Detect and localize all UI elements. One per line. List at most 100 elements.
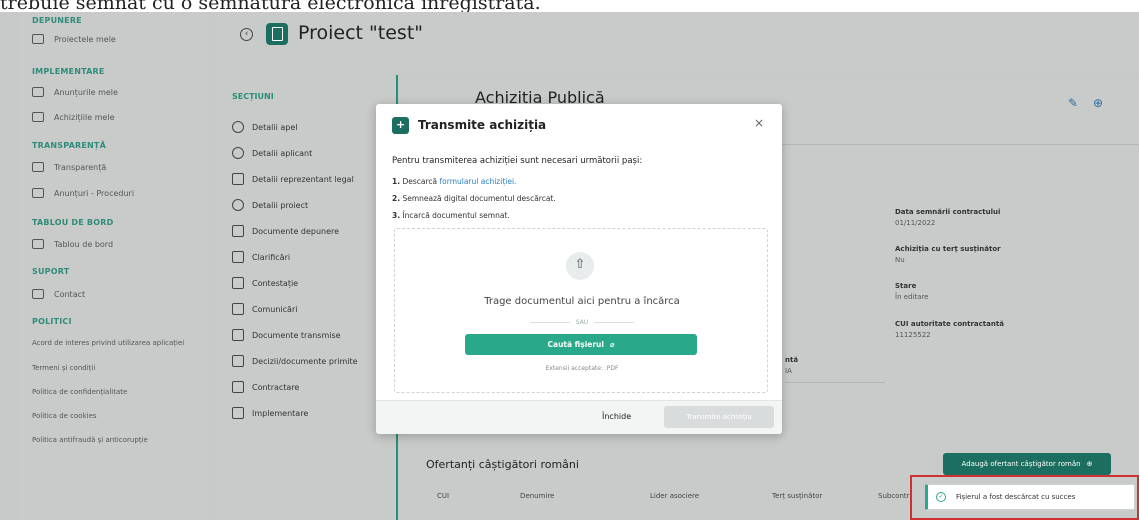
col-subcontr: Subcontr (878, 492, 910, 500)
sections-heading: SECȚIUNI (232, 92, 274, 101)
upload-doc-icon (392, 117, 409, 134)
field-achizitia-tert: Achiziția cu terț susținător Nu (895, 245, 1001, 264)
nav-section-depunere: DEPUNERE (32, 16, 82, 25)
copy-icon (232, 381, 244, 393)
field-label: Data semnării contractului (895, 208, 1001, 216)
sidebar-link-termeni[interactable]: Termeni și condiții (32, 364, 95, 372)
step-number: 1. (392, 177, 401, 186)
section-item-decizii[interactable]: Decizii/documente primite (232, 355, 358, 367)
browse-label: Caută fișierul (547, 340, 604, 349)
document-icon (232, 225, 244, 237)
nav-section-tablou: TABLOU DE BORD (32, 218, 114, 227)
document-strip: trebuie semnat cu o semnatura electronic… (0, 0, 1139, 12)
section-item-detalii-proiect[interactable]: Detalii proiect (232, 199, 308, 211)
section-item-label: Detalii proiect (252, 200, 309, 210)
info-icon (232, 147, 244, 159)
section-item-reprezentant[interactable]: Detalii reprezentant legal (232, 173, 354, 185)
toast-text: Fișierul a fost descărcat cu succes (956, 493, 1076, 501)
modal-footer: Închide Transmite achiziția (376, 400, 782, 434)
transmite-modal: Transmite achiziția × Pentru transmitere… (376, 104, 782, 434)
step-text: Încarcă documentul semnat. (402, 211, 510, 220)
sidebar-item-label: Anunțurile mele (54, 87, 118, 97)
warning-icon (232, 277, 244, 289)
transmite-button[interactable]: Transmite achiziția (664, 406, 774, 428)
section-item-comunicari[interactable]: Comunicări (232, 303, 297, 315)
section-item-clarificari[interactable]: Clarificări (232, 251, 290, 263)
drop-text: Trage documentul aici pentru a încărca (484, 296, 680, 307)
field-label: ntă (785, 356, 799, 364)
edit-icon[interactable]: ✎ (1068, 96, 1078, 110)
field-value: 11125522 (895, 331, 931, 339)
field-value: În editare (895, 293, 929, 301)
copy-icon (32, 188, 44, 198)
sidebar-item-transparenta[interactable]: Transparență (32, 162, 106, 172)
formular-link[interactable]: formularul achiziției. (440, 177, 517, 186)
nav-section-suport: SUPORT (32, 267, 70, 276)
close-button[interactable]: Închide (602, 412, 631, 421)
sidebar-item-label: Achizițiile mele (54, 112, 115, 122)
sidebar-item-anunturile[interactable]: Anunțurile mele (32, 87, 118, 97)
close-icon[interactable]: × (754, 116, 764, 130)
monitor-icon (32, 239, 44, 249)
back-arrow-icon[interactable]: ‹ (240, 28, 253, 41)
section-item-contractare[interactable]: Contractare (232, 381, 299, 393)
step-text: Semnează digital documentul descărcat. (402, 194, 556, 203)
divider (785, 382, 885, 383)
section-item-detalii-apel[interactable]: Detalii apel (232, 121, 297, 133)
section-item-documente-depunere[interactable]: Documente depunere (232, 225, 339, 237)
document-icon (232, 329, 244, 341)
browse-file-button[interactable]: Caută fișierul ⌀ (465, 334, 697, 355)
document-icon (232, 355, 244, 367)
ofertanti-heading: Ofertanți câștigători români (426, 458, 579, 471)
add-ofertant-label: Adaugă ofertant câștigător român (961, 460, 1081, 468)
check-circle-icon: ✓ (936, 492, 946, 502)
section-item-contestatie[interactable]: Contestație (232, 277, 298, 289)
sidebar-link-acord[interactable]: Acord de interes privind utilizarea apli… (32, 339, 184, 347)
sidebar-link-antifrauda[interactable]: Politica antifraudă și anticorupție (32, 436, 148, 444)
sidebar-item-achizitiile[interactable]: Achizițiile mele (32, 112, 115, 122)
document-strip-text: trebuie semnat cu o semnatura electronic… (0, 0, 541, 12)
info-icon (232, 121, 244, 133)
success-toast: ✓ Fișierul a fost descărcat cu succes (925, 484, 1135, 510)
step-2: 2. Semnează digital documentul descărcat… (392, 194, 556, 203)
field-label: CUI autoritate contractantă (895, 320, 1004, 328)
sections-panel: SECȚIUNI Detalii apel Detalii aplicant D… (218, 75, 398, 520)
page-title: Proiect "test" (298, 22, 424, 44)
step-3: 3. Încarcă documentul semnat. (392, 211, 510, 220)
navigate-icon[interactable]: ⊕ (1093, 96, 1103, 110)
nav-section-politici: POLITICI (32, 317, 72, 326)
field-stare: Stare În editare (895, 282, 929, 301)
section-item-label: Documente transmise (252, 330, 341, 340)
section-item-implementare[interactable]: Implementare (232, 407, 308, 419)
page-header: ‹ Proiect "test" (218, 12, 1139, 72)
sidebar-item-contact[interactable]: Contact (32, 289, 85, 299)
section-item-detalii-aplicant[interactable]: Detalii aplicant (232, 147, 312, 159)
drop-zone[interactable]: ⇧ Trage documentul aici pentru a încărca… (394, 228, 768, 393)
document-icon (32, 112, 44, 122)
info-icon (232, 199, 244, 211)
sidebar-link-confidentialitate[interactable]: Politica de confidențialitate (32, 388, 127, 396)
section-item-label: Documente depunere (252, 226, 340, 236)
section-item-label: Contractare (252, 382, 300, 392)
section-item-label: Contestație (252, 278, 299, 288)
field-value: 01/11/2022 (895, 219, 936, 227)
modal-title: Transmite achiziția (418, 118, 547, 132)
sidebar-link-cookies[interactable]: Politica de cookies (32, 412, 97, 420)
mail-icon (32, 289, 44, 299)
section-item-label: Comunicări (252, 304, 298, 314)
sidebar-item-anunturi-proceduri[interactable]: Anunțuri - Proceduri (32, 188, 134, 198)
section-item-label: Detalii reprezentant legal (252, 174, 354, 184)
col-cui: CUI (437, 492, 450, 500)
section-item-label: Detalii aplicant (252, 148, 313, 158)
cloud-upload-icon: ⇧ (566, 252, 594, 280)
section-item-documente-transmise[interactable]: Documente transmise (232, 329, 341, 341)
field-label: Achiziția cu terț susținător (895, 245, 1001, 253)
sidebar-item-label: Contact (54, 289, 86, 299)
sidebar-item-tablou[interactable]: Tablou de bord (32, 239, 113, 249)
col-tert: Terț susținător (772, 492, 823, 500)
sidebar-item-proiectele[interactable]: Proiectele mele (32, 34, 116, 44)
add-ofertant-button[interactable]: Adaugă ofertant câștigător român ⊕ (943, 453, 1111, 475)
sidebar-item-label: Tablou de bord (54, 239, 114, 249)
step-number: 2. (392, 194, 401, 203)
calendar-icon (232, 407, 244, 419)
